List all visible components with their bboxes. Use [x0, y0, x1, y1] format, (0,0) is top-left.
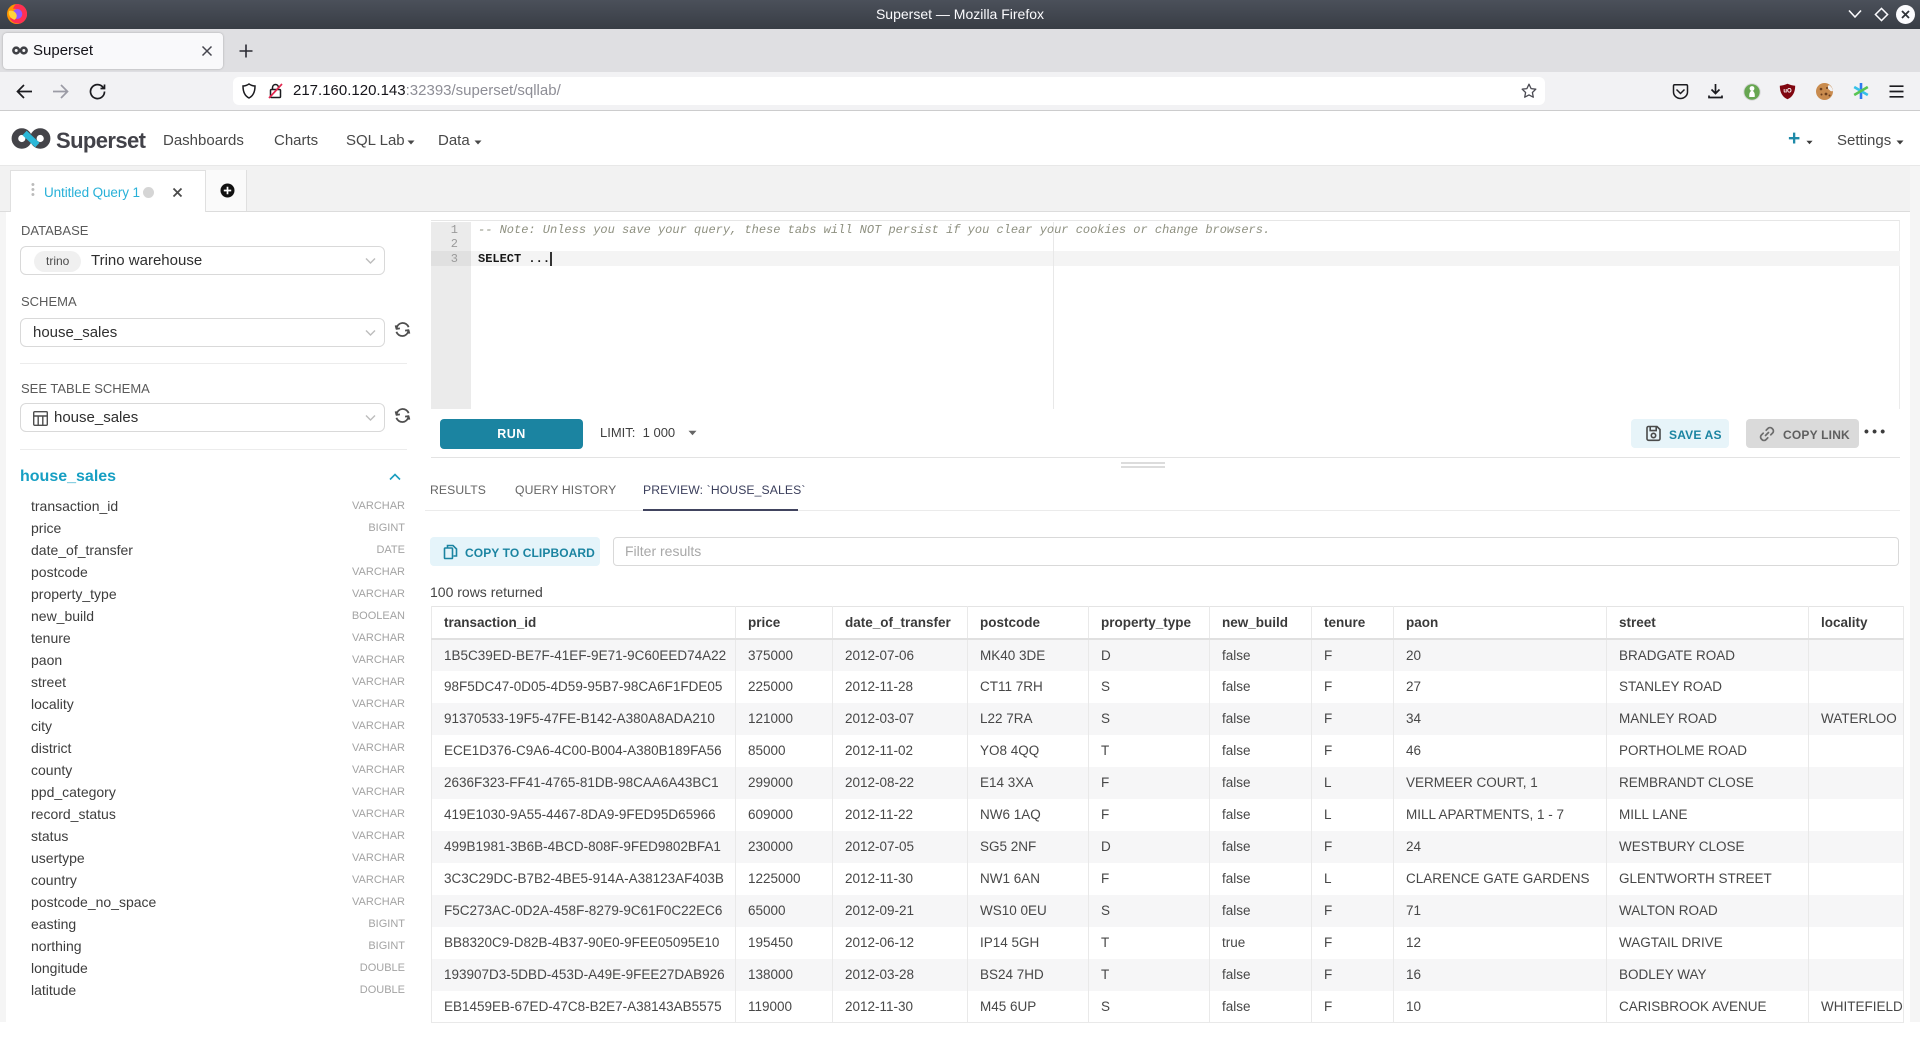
svg-text:uO: uO [1783, 89, 1792, 95]
